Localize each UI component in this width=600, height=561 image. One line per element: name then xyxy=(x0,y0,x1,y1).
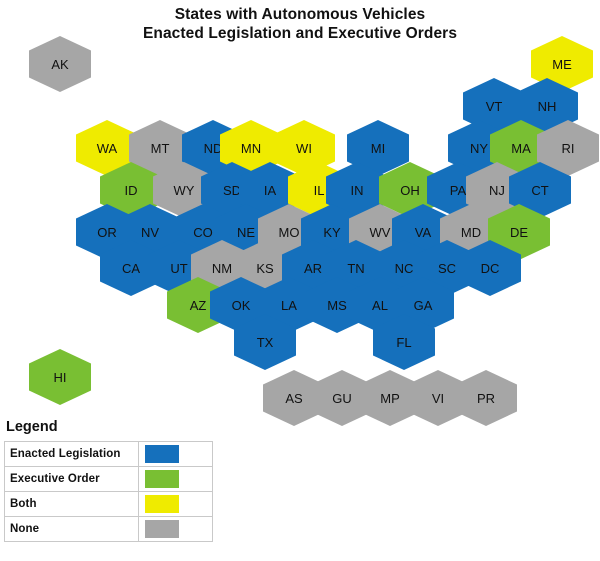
hex-state-label: ME xyxy=(552,56,572,72)
hex-state-pr[interactable]: PR xyxy=(455,370,517,426)
hex-state-label: IN xyxy=(350,182,364,198)
hex-state-ak[interactable]: AK xyxy=(29,36,91,92)
hex-state-label: MO xyxy=(278,224,300,240)
hex-state-label: DE xyxy=(509,224,529,240)
hex-state-label: CA xyxy=(121,260,141,276)
hex-state-label: KS xyxy=(256,260,274,276)
hex-state-label: ND xyxy=(203,140,223,156)
legend-swatch-executive-order xyxy=(145,470,179,488)
hex-state-label: AS xyxy=(285,390,303,406)
legend-swatch-cell xyxy=(138,466,213,492)
hex-state-label: SD xyxy=(222,182,242,198)
hex-state-label: GA xyxy=(413,297,433,313)
legend-swatch-both xyxy=(145,495,179,513)
hex-state-label: SC xyxy=(437,260,457,276)
hex-state-label: WA xyxy=(96,140,118,156)
hex-state-label: OR xyxy=(97,224,117,240)
hex-state-label: WI xyxy=(296,140,312,156)
legend-row: Executive Order xyxy=(4,466,213,492)
hex-state-label: MI xyxy=(370,140,386,156)
hex-state-label: MN xyxy=(240,140,262,156)
hex-state-label: UT xyxy=(170,260,188,276)
hex-state-label: MD xyxy=(460,224,482,240)
legend-swatch-cell xyxy=(138,491,213,517)
hex-state-label: NJ xyxy=(489,182,505,198)
hex-state-label: NV xyxy=(140,224,160,240)
hex-state-label: IL xyxy=(313,182,325,198)
hex-state-label: NC xyxy=(394,260,414,276)
hex-state-label: TX xyxy=(256,334,274,350)
hex-state-label: AZ xyxy=(189,297,207,313)
legend-swatch-cell xyxy=(138,516,213,542)
hex-state-label: TN xyxy=(347,260,365,276)
hex-state-label: MP xyxy=(380,390,400,406)
hex-state-label: WV xyxy=(369,224,391,240)
hex-state-label: WY xyxy=(173,182,195,198)
legend-label: Enacted Legislation xyxy=(4,441,139,467)
hex-state-label: HI xyxy=(53,369,67,385)
hex-state-label: NE xyxy=(236,224,256,240)
hex-state-label: LA xyxy=(281,297,297,313)
hex-state-label: GU xyxy=(332,390,352,406)
hex-state-label: FL xyxy=(396,334,412,350)
legend-swatch-cell xyxy=(138,441,213,467)
hex-state-label: MS xyxy=(327,297,347,313)
legend-row: None xyxy=(4,516,213,542)
hex-state-label: VT xyxy=(485,98,503,114)
legend-swatch-none xyxy=(145,520,179,538)
hex-state-label: PA xyxy=(449,182,467,198)
hex-state-label: VI xyxy=(431,390,445,406)
legend-row: Enacted Legislation xyxy=(4,441,213,467)
hex-cartogram-map: AK ME VT NH WA MT ND MN WI MI NY MA RI ID WY SD IA IL IN OH… xyxy=(0,0,600,430)
hex-state-label: NH xyxy=(537,98,557,114)
hex-state-label: DC xyxy=(480,260,500,276)
hex-state-label: KY xyxy=(323,224,341,240)
legend-swatch-enacted-legislation xyxy=(145,445,179,463)
hex-state-label: OH xyxy=(400,182,420,198)
legend-table-body: Enacted Legislation Executive Order Both No… xyxy=(4,441,213,542)
hex-state-label: AL xyxy=(372,297,388,313)
hex-state-label: NM xyxy=(211,260,233,276)
hex-state-label: RI xyxy=(561,140,575,156)
legend-row: Both xyxy=(4,491,213,517)
hex-state-label: NY xyxy=(469,140,489,156)
legend-label: None xyxy=(4,516,139,542)
legend-label: Executive Order xyxy=(4,466,139,492)
hex-state-label: MT xyxy=(150,140,170,156)
hex-state-label: IA xyxy=(263,182,277,198)
hex-state-label: ID xyxy=(124,182,138,198)
hex-state-label: MA xyxy=(511,140,531,156)
hex-state-label: CO xyxy=(193,224,213,240)
hex-state-label: AR xyxy=(303,260,323,276)
hex-state-hi[interactable]: HI xyxy=(29,349,91,405)
hex-state-label: OK xyxy=(231,297,251,313)
hex-state-label: CT xyxy=(531,182,549,198)
hex-state-label: VA xyxy=(414,224,432,240)
legend-title: Legend xyxy=(6,419,58,435)
hex-state-label: AK xyxy=(51,56,69,72)
hex-state-label: PR xyxy=(476,390,496,406)
legend: Legend Enacted Legislation Executive Orde… xyxy=(4,419,213,542)
legend-label: Both xyxy=(4,491,139,517)
legend-table: Enacted Legislation Executive Order Both No… xyxy=(4,441,213,542)
